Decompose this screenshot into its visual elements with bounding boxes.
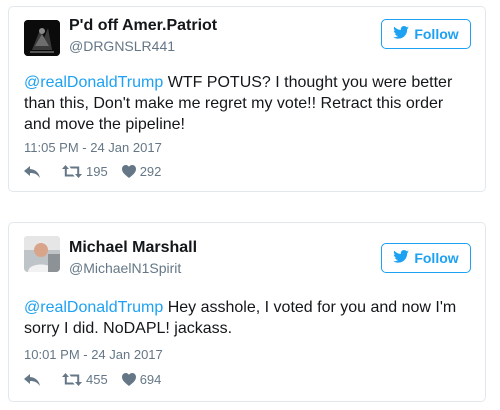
follow-button[interactable]: Follow: [381, 19, 471, 49]
user-handle[interactable]: @MichaelN1Spirit: [69, 260, 181, 276]
retweet-count: 455: [86, 372, 108, 387]
user-handle[interactable]: @DRGNSLR441: [69, 38, 175, 54]
tweet-card[interactable]: P'd off Amer.Patriot @DRGNSLR441 Follow …: [8, 6, 486, 192]
retweet-button[interactable]: 455: [62, 372, 108, 387]
avatar-image: [24, 20, 60, 56]
tweet-card[interactable]: Michael Marshall @MichaelN1Spirit Follow…: [8, 222, 486, 402]
retweet-count: 195: [86, 164, 108, 179]
reply-icon: [24, 373, 40, 386]
retweet-button[interactable]: 195: [62, 164, 108, 179]
avatar[interactable]: [24, 20, 60, 56]
tweet-text: @realDonaldTrump Hey asshole, I voted fo…: [24, 297, 471, 339]
action-bar: 455 694: [24, 372, 161, 387]
follow-label: Follow: [414, 26, 459, 42]
tweet-text: @realDonaldTrump WTF POTUS? I thought yo…: [24, 72, 471, 135]
reply-button[interactable]: [24, 373, 40, 386]
avatar[interactable]: [24, 236, 60, 272]
heart-icon: [121, 373, 136, 386]
like-count: 292: [139, 164, 162, 179]
reply-icon: [24, 165, 40, 178]
bird-icon: [393, 250, 410, 266]
reply-button[interactable]: [24, 165, 40, 178]
display-name[interactable]: P'd off Amer.Patriot: [69, 17, 217, 35]
timestamp[interactable]: 11:05 PM - 24 Jan 2017: [24, 140, 162, 155]
like-button[interactable]: 694: [121, 372, 162, 387]
like-button[interactable]: 292: [121, 164, 162, 179]
retweet-icon: [62, 165, 82, 178]
mention-link[interactable]: @realDonaldTrump: [24, 74, 163, 91]
action-bar: 195 292: [24, 164, 161, 179]
follow-button[interactable]: Follow: [381, 243, 471, 273]
mention-link[interactable]: @realDonaldTrump: [24, 299, 163, 316]
retweet-icon: [62, 373, 82, 386]
avatar-image: [24, 236, 60, 272]
display-name[interactable]: Michael Marshall: [69, 239, 197, 257]
heart-icon: [121, 165, 136, 178]
follow-label: Follow: [414, 250, 459, 266]
timestamp[interactable]: 10:01 PM - 24 Jan 2017: [24, 347, 163, 362]
bird-icon: [393, 26, 410, 42]
like-count: 694: [139, 372, 162, 387]
